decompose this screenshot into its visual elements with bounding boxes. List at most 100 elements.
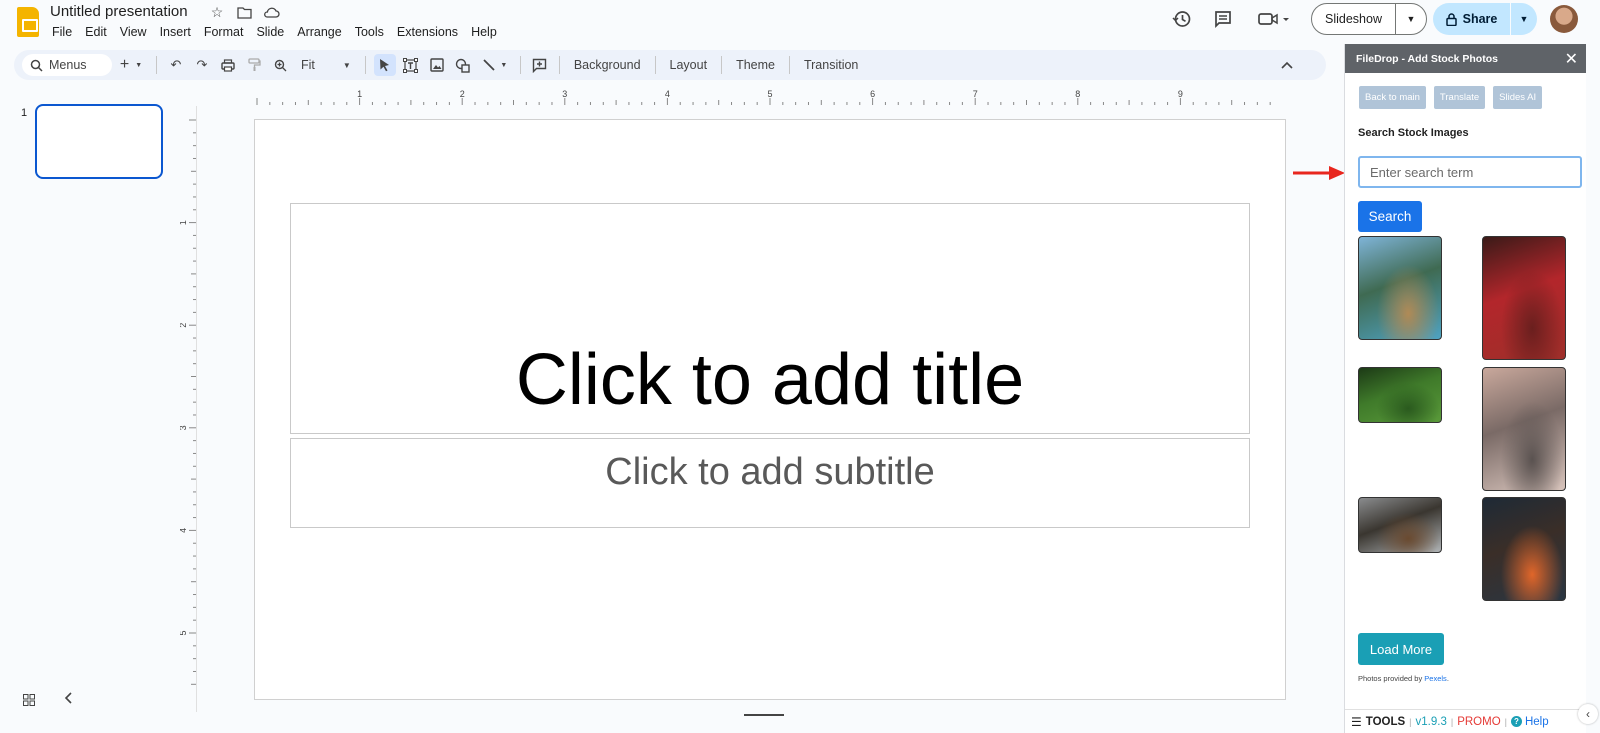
menu-help[interactable]: Help	[471, 25, 503, 39]
menu-file[interactable]: File	[52, 25, 78, 39]
side-panel-rail	[1586, 44, 1600, 733]
collapse-filmstrip-icon[interactable]	[64, 691, 72, 707]
grid-view-icon[interactable]	[23, 694, 35, 709]
paint-format-icon[interactable]	[243, 54, 265, 76]
version-history-icon[interactable]	[1165, 2, 1199, 36]
transition-button[interactable]: Transition	[796, 58, 866, 72]
promo-link[interactable]: PROMO	[1457, 716, 1500, 728]
menu-icon[interactable]: ☰	[1351, 715, 1362, 729]
chevron-down-icon[interactable]: ▼	[1511, 14, 1537, 24]
print-icon[interactable]	[217, 54, 239, 76]
text-box-icon[interactable]	[400, 54, 422, 76]
back-to-main-button[interactable]: Back to main	[1359, 86, 1426, 109]
help-label: Help	[1524, 715, 1549, 728]
footer-separator: |	[1409, 716, 1412, 727]
slides-ai-button[interactable]: Slides AI	[1493, 86, 1543, 109]
sidebar-title: FileDrop - Add Stock Photos	[1356, 52, 1498, 65]
ruler-label: 3	[562, 89, 567, 99]
ruler-label: 6	[870, 89, 875, 99]
star-icon[interactable]: ☆	[208, 4, 226, 20]
menu-insert[interactable]: Insert	[160, 25, 197, 39]
menu-slide[interactable]: Slide	[256, 25, 290, 39]
credit-prefix: Photos provided by	[1358, 674, 1425, 683]
translate-button[interactable]: Translate	[1433, 86, 1486, 109]
addon-sidebar: FileDrop - Add Stock Photos ✕ Back to ma…	[1344, 44, 1587, 733]
zoom-icon[interactable]	[269, 54, 291, 76]
menu-format[interactable]: Format	[204, 25, 250, 39]
line-icon[interactable]: ▼	[478, 54, 512, 76]
slideshow-label[interactable]: Slideshow	[1312, 4, 1396, 34]
theme-button[interactable]: Theme	[728, 58, 783, 72]
insert-image-icon[interactable]	[426, 54, 448, 76]
select-cursor-icon[interactable]	[373, 54, 396, 76]
undo-icon[interactable]: ↶	[165, 54, 187, 76]
ruler-label: 7	[973, 89, 978, 99]
slideshow-button[interactable]: Slideshow ▼	[1311, 3, 1427, 35]
chevron-down-icon[interactable]: ▼	[1396, 14, 1426, 24]
version-link[interactable]: v1.9.3	[1416, 716, 1447, 728]
top-bar: Untitled presentation ☆ File Edit View I…	[0, 0, 1344, 44]
search-button[interactable]: Search	[1358, 201, 1422, 232]
subtitle-placeholder[interactable]: Click to add subtitle	[290, 438, 1250, 528]
help-link[interactable]: ? Help	[1510, 715, 1549, 728]
vertical-ruler[interactable]: 1 2 3 4 5	[180, 118, 197, 698]
credit-suffix: .	[1446, 674, 1449, 683]
document-title[interactable]: Untitled presentation	[50, 3, 188, 20]
slide-thumbnail[interactable]	[35, 104, 163, 179]
background-button[interactable]: Background	[566, 58, 649, 72]
share-label: Share	[1462, 12, 1498, 26]
shape-icon[interactable]	[452, 54, 474, 76]
ruler-label: 1	[357, 89, 362, 99]
meet-call-icon[interactable]	[1252, 2, 1296, 36]
tools-link[interactable]: TOOLS	[1366, 716, 1405, 728]
chevron-left-icon[interactable]: ‹	[1578, 704, 1598, 724]
chevron-up-icon[interactable]	[1276, 54, 1298, 76]
footer-separator: |	[1504, 716, 1507, 727]
move-folder-icon[interactable]	[235, 4, 253, 20]
sidebar-footer: ☰ TOOLS | v1.9.3 | PROMO | ? Help	[1345, 709, 1587, 733]
search-input[interactable]	[1358, 156, 1582, 188]
menu-extensions[interactable]: Extensions	[397, 25, 464, 39]
lock-icon	[1445, 12, 1457, 26]
ruler-label: 2	[180, 323, 188, 328]
close-icon[interactable]: ✕	[1565, 49, 1578, 69]
sidebar-header: FileDrop - Add Stock Photos ✕	[1345, 44, 1586, 73]
share-button[interactable]: Share ▼	[1433, 3, 1537, 35]
stock-photo-cloudy-hills[interactable]	[1358, 497, 1442, 553]
menus-search[interactable]: Menus	[22, 54, 112, 76]
horizontal-ruler[interactable]: 1 2 3 4 5 6 7 8 9	[254, 89, 1284, 106]
slide[interactable]: Click to add title Click to add subtitle	[254, 119, 1286, 700]
toolbar-divider	[788, 56, 790, 74]
avatar[interactable]	[1550, 5, 1578, 33]
load-more-button[interactable]: Load More	[1358, 633, 1444, 665]
ruler-label: 5	[767, 89, 772, 99]
menu-view[interactable]: View	[120, 25, 153, 39]
menu-tools[interactable]: Tools	[355, 25, 390, 39]
stock-photo-mountain-river-canyon[interactable]	[1358, 236, 1442, 340]
comments-icon[interactable]	[1206, 2, 1240, 36]
ruler-label: 4	[665, 89, 670, 99]
ruler-label: 2	[460, 89, 465, 99]
new-slide-button[interactable]: + ▼	[114, 54, 148, 76]
stock-photo-night-road-light-trails[interactable]	[1482, 497, 1566, 601]
slides-logo-icon[interactable]	[17, 7, 39, 37]
stock-photo-red-autumn-forest[interactable]	[1482, 236, 1566, 360]
layout-button[interactable]: Layout	[662, 58, 716, 72]
cloud-status-icon[interactable]	[262, 4, 280, 20]
redo-icon[interactable]: ↷	[191, 54, 213, 76]
title-placeholder[interactable]: Click to add title	[290, 203, 1250, 434]
menu-arrange[interactable]: Arrange	[297, 25, 347, 39]
stock-photo-green-forest[interactable]	[1358, 367, 1442, 423]
add-comment-icon[interactable]	[529, 54, 551, 76]
ruler-label: 5	[180, 630, 188, 635]
search-icon	[30, 59, 43, 72]
stock-photo-misty-mountain-peak[interactable]	[1482, 367, 1566, 491]
zoom-select[interactable]: Fit ▼	[293, 58, 359, 72]
menu-edit[interactable]: Edit	[85, 25, 113, 39]
pexels-link[interactable]: Pexels	[1424, 674, 1447, 683]
speaker-notes-handle[interactable]	[744, 714, 784, 716]
sidebar-nav: Back to main Translate Slides AI	[1359, 86, 1543, 109]
title-icons: ☆	[208, 4, 280, 20]
slide-number: 1	[21, 107, 28, 119]
share-main[interactable]: Share	[1433, 3, 1511, 35]
